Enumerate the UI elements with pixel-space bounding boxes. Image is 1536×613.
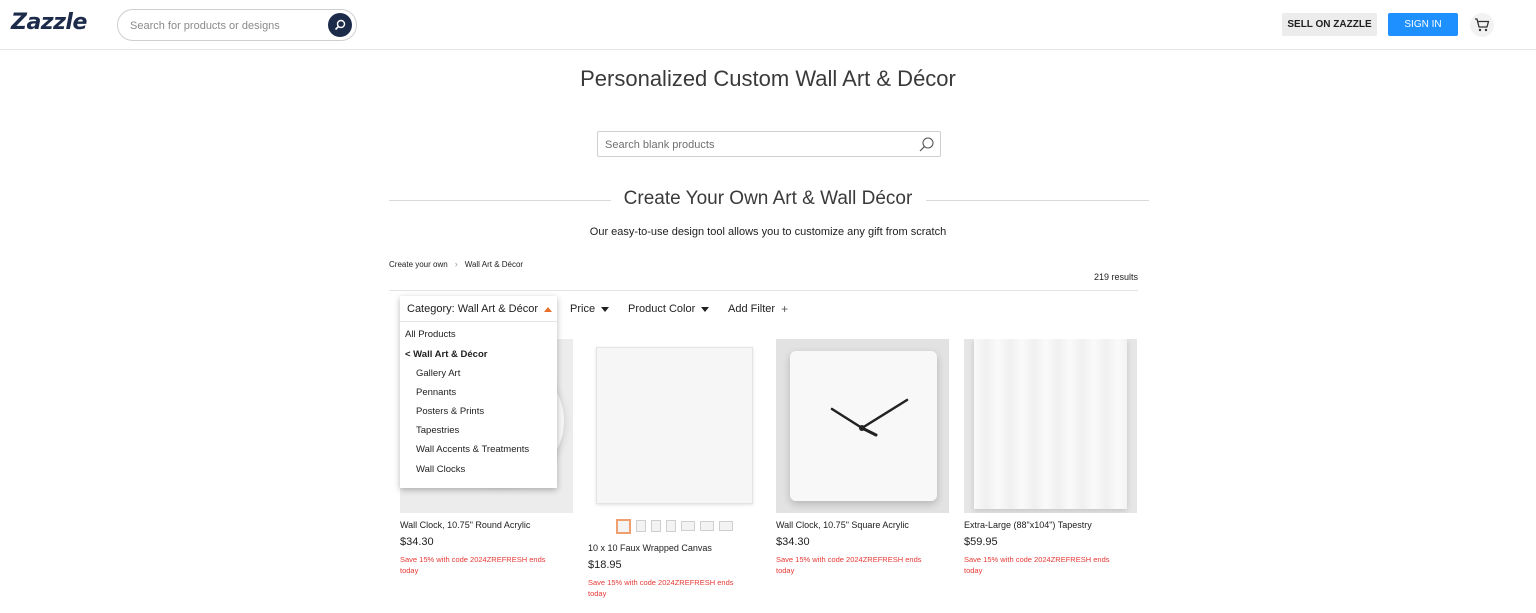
product-name[interactable]: Wall Clock, 10.75" Square Acrylic (776, 520, 949, 531)
search-icon[interactable] (918, 136, 935, 153)
dropdown-divider (400, 321, 557, 322)
product-promo: Save 15% with code 2024ZREFRESH ends tod… (776, 555, 922, 575)
swatch-option[interactable] (616, 518, 631, 534)
swatch-option[interactable] (719, 521, 733, 531)
filter-divider (389, 290, 1138, 291)
category-filter[interactable]: Category: Wall Art & Décor (407, 303, 553, 315)
search-button[interactable] (328, 13, 352, 37)
product-color-filter-label: Product Color (628, 303, 696, 315)
blank-products-search (597, 131, 941, 157)
add-filter-button[interactable]: Add Filter + (728, 302, 788, 316)
product-card[interactable]: Extra-Large (88"x104") Tapestry $59.95 S… (964, 339, 1137, 576)
product-color-filter[interactable]: Product Color (628, 302, 710, 316)
product-price: $34.30 (776, 536, 810, 548)
dropdown-item-gallery-art[interactable]: Gallery Art (416, 368, 460, 379)
swatch-option[interactable] (700, 521, 714, 531)
site-search (117, 9, 357, 41)
price-filter[interactable]: Price (570, 302, 610, 316)
dropdown-item-posters-prints[interactable]: Posters & Prints (416, 406, 484, 417)
product-promo: Save 15% with code 2024ZREFRESH ends tod… (400, 555, 546, 575)
top-navigation-bar: Zazzle SELL ON ZAZZLE SIGN IN (0, 0, 1536, 50)
dropdown-item-pennants[interactable]: Pennants (416, 387, 456, 398)
chevron-right-icon: › (454, 259, 458, 269)
product-price: $18.95 (588, 559, 622, 571)
product-card[interactable]: 10 x 10 Faux Wrapped Canvas $18.95 Save … (588, 339, 761, 599)
dropdown-item-wall-accents[interactable]: Wall Accents & Treatments (416, 444, 529, 455)
product-swatches (588, 518, 761, 534)
product-promo: Save 15% with code 2024ZREFRESH ends tod… (588, 578, 734, 598)
zazzle-logo[interactable]: Zazzle (11, 10, 87, 35)
product-price: $34.30 (400, 536, 434, 548)
breadcrumb-wall-art-decor[interactable]: Wall Art & Décor (465, 260, 523, 269)
product-image[interactable] (776, 339, 949, 513)
breadcrumb: Create your own › Wall Art & Décor (389, 259, 523, 269)
results-count: 219 results (1093, 272, 1138, 282)
shopping-cart-icon (1475, 18, 1490, 32)
swatch-option[interactable] (651, 520, 661, 532)
swatch-option[interactable] (681, 521, 695, 531)
blank-products-search-input[interactable] (605, 137, 905, 153)
product-promo: Save 15% with code 2024ZREFRESH ends tod… (964, 555, 1110, 575)
breadcrumb-create-your-own[interactable]: Create your own (389, 260, 448, 269)
swatch-option[interactable] (666, 520, 676, 532)
search-icon (334, 19, 346, 31)
canvas-shape (596, 347, 753, 504)
product-image[interactable] (964, 339, 1137, 513)
caret-up-icon (544, 306, 553, 312)
product-price: $59.95 (964, 536, 998, 548)
caret-down-icon (601, 306, 610, 312)
product-name[interactable]: Extra-Large (88"x104") Tapestry (964, 520, 1137, 531)
sign-in-button[interactable]: SIGN IN (1388, 13, 1458, 36)
plus-icon: + (781, 302, 789, 316)
product-name[interactable]: 10 x 10 Faux Wrapped Canvas (588, 543, 761, 554)
add-filter-label: Add Filter (728, 303, 776, 315)
section-subtitle: Our easy-to-use design tool allows you t… (589, 226, 947, 238)
category-filter-label: Category: Wall Art & Décor (407, 303, 539, 315)
product-name[interactable]: Wall Clock, 10.75" Round Acrylic (400, 520, 573, 531)
cart-button[interactable] (1470, 13, 1494, 37)
sell-on-zazzle-button[interactable]: SELL ON ZAZZLE (1282, 13, 1377, 36)
price-filter-label: Price (570, 303, 596, 315)
clock-hands-icon (830, 398, 909, 437)
page-title: Personalized Custom Wall Art & Décor (580, 66, 956, 91)
dropdown-item-all-products[interactable]: All Products (405, 329, 456, 340)
swatch-option[interactable] (636, 520, 646, 532)
tapestry-shape (974, 339, 1127, 509)
caret-down-icon (701, 306, 710, 312)
product-card[interactable]: Wall Clock, 10.75" Square Acrylic $34.30… (776, 339, 949, 576)
category-dropdown: Category: Wall Art & Décor All Products … (400, 296, 557, 488)
dropdown-item-current-category[interactable]: < Wall Art & Décor (405, 349, 487, 360)
section-title: Create Your Own Art & Wall Décor (623, 188, 913, 209)
dropdown-item-tapestries[interactable]: Tapestries (416, 425, 459, 436)
dropdown-item-wall-clocks[interactable]: Wall Clocks (416, 464, 465, 475)
site-search-input[interactable] (130, 17, 320, 35)
product-image[interactable] (588, 339, 761, 513)
